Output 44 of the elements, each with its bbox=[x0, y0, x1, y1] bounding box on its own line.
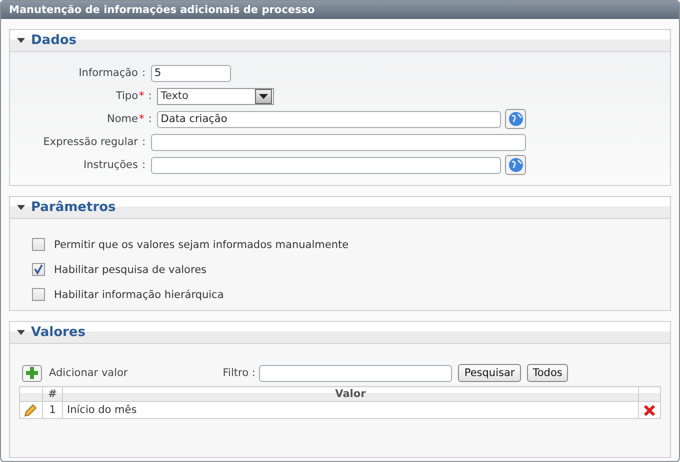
table-cell: Início do mês bbox=[62, 402, 638, 418]
field-label: Tipo bbox=[114, 90, 138, 102]
checkbox[interactable] bbox=[32, 263, 45, 276]
checkbox[interactable] bbox=[32, 288, 45, 301]
label-separator: : bbox=[148, 90, 152, 102]
label-separator: : bbox=[142, 67, 146, 79]
section-title: Parâmetros bbox=[31, 200, 116, 215]
collapse-icon[interactable] bbox=[17, 330, 25, 335]
section-title: Valores bbox=[31, 325, 86, 340]
filter-field[interactable] bbox=[259, 364, 452, 382]
column-header: Valor bbox=[62, 386, 638, 402]
field-label: Nome bbox=[106, 113, 138, 125]
delete-icon[interactable] bbox=[643, 404, 656, 416]
required-mark: * bbox=[139, 113, 144, 125]
table-cell: 1 bbox=[42, 402, 62, 418]
add-value-link[interactable]: Adicionar valor bbox=[49, 367, 128, 379]
input-field[interactable]: 5 bbox=[150, 64, 231, 82]
input-field[interactable]: Data criação bbox=[156, 110, 502, 128]
field-label: Instruções bbox=[82, 159, 138, 171]
label-separator: : bbox=[142, 136, 146, 148]
action-button[interactable]: Pesquisar bbox=[458, 364, 521, 382]
required-mark: * bbox=[139, 90, 144, 102]
pencil-icon[interactable] bbox=[24, 403, 38, 417]
filter-label: Filtro : bbox=[222, 367, 256, 379]
section-title: Dados bbox=[31, 33, 77, 48]
action-button[interactable]: Todos bbox=[526, 364, 568, 382]
label-separator: : bbox=[148, 113, 152, 125]
window-title: Manutenção de informações adicionais de processo bbox=[1, 1, 679, 19]
input-field[interactable] bbox=[150, 156, 502, 174]
field-label: Informação bbox=[78, 67, 138, 79]
field-label: Expressão regular bbox=[42, 136, 138, 148]
add-button[interactable] bbox=[22, 364, 42, 382]
checkbox-label: Permitir que os valores sejam informados manualmente bbox=[54, 238, 349, 250]
column-header: # bbox=[42, 386, 62, 402]
collapse-icon[interactable] bbox=[17, 38, 25, 43]
label-separator: : bbox=[142, 159, 146, 171]
checkbox-label: Habilitar informação hierárquica bbox=[54, 288, 224, 300]
checkbox-label: Habilitar pesquisa de valores bbox=[54, 264, 206, 276]
globe-button[interactable] bbox=[505, 109, 526, 129]
type-dropdown[interactable]: Texto bbox=[156, 88, 274, 104]
input-field[interactable] bbox=[150, 134, 526, 150]
checkbox[interactable] bbox=[32, 238, 45, 251]
globe-button[interactable] bbox=[505, 155, 526, 175]
collapse-icon[interactable] bbox=[17, 205, 25, 210]
